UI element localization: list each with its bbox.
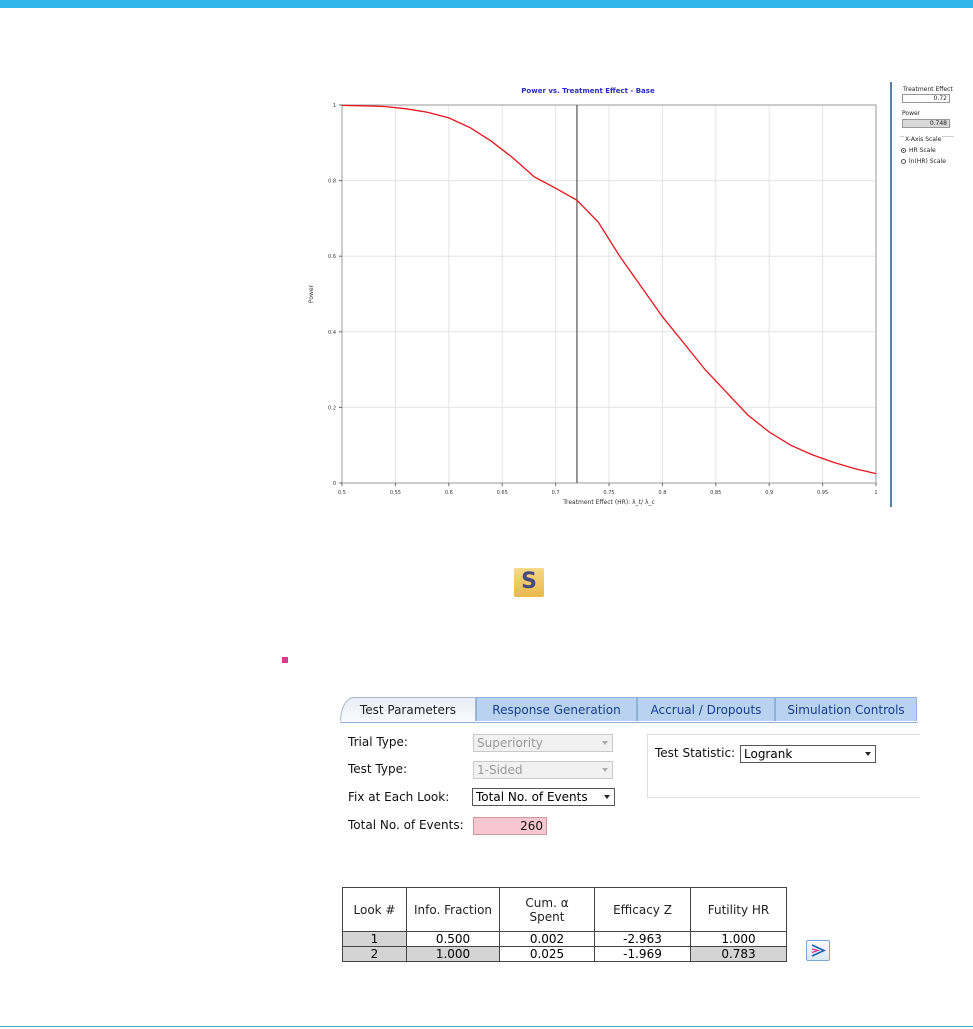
treatment-effect-label: Treatment Effect — [903, 86, 953, 93]
lnhr-scale-radio[interactable]: ln(HR) Scale — [901, 158, 946, 165]
trial-type-label: Trial Type: — [348, 735, 408, 749]
table-cell: 2 — [342, 946, 407, 962]
x-tick-label: 0.85 — [710, 490, 721, 496]
fix-at-each-look-select[interactable]: Total No. of Events — [472, 788, 615, 806]
dropdown-arrow-icon — [604, 795, 610, 799]
table-cell: 1.000 — [406, 946, 500, 962]
radio-unselected-icon — [901, 159, 906, 164]
tab-simulation-controls[interactable]: Simulation Controls — [775, 697, 917, 721]
chart-ticks: 0.5 0.55 0.6 0.65 0.7 0.75 0.8 0.85 0.9 0.95 1 0 0.2… — [328, 103, 878, 496]
table-header-row: Look # Info. Fraction Cum. α Spent Effica… — [342, 887, 787, 932]
tab-label: Test Parameters — [359, 702, 457, 717]
x-tick-label: 0.55 — [390, 490, 401, 496]
lnhr-scale-label: ln(HR) Scale — [909, 158, 946, 165]
hr-scale-radio[interactable]: HR Scale — [901, 147, 936, 154]
table-row: 1 0.500 0.002 -2.963 1.000 — [342, 931, 787, 947]
dropdown-arrow-icon — [865, 752, 871, 756]
hr-scale-label: HR Scale — [909, 147, 936, 154]
column-header: Efficacy Z — [594, 887, 691, 932]
column-header: Cum. α Spent — [499, 887, 595, 932]
column-header-text: Info. Fraction — [413, 902, 493, 917]
s-logo-icon[interactable]: S — [514, 568, 544, 597]
power-label: Power — [902, 110, 921, 117]
top-accent-bar — [0, 0, 973, 8]
x-tick-label: 1 — [874, 490, 877, 496]
dropdown-arrow-icon — [602, 741, 608, 745]
export-chart-glyph — [811, 944, 826, 957]
table-cell: -2.963 — [594, 931, 691, 947]
bullet-marker — [282, 657, 288, 663]
column-header: Info. Fraction — [406, 887, 500, 932]
parameter-tabs: Test Parameters Response Generation Accr… — [340, 697, 920, 723]
y-tick-label: 0 — [333, 481, 336, 487]
power-field: 0.748 — [902, 119, 950, 128]
y-tick-label: 0.8 — [328, 179, 336, 185]
x-tick-label: 0.6 — [445, 490, 453, 496]
column-header: Futility HR — [690, 887, 787, 932]
tab-underline — [340, 722, 918, 723]
table-row: 2 1.000 0.025 -1.969 0.783 — [342, 946, 787, 962]
test-statistic-select[interactable]: Logrank — [740, 745, 876, 763]
table-cell: 0.002 — [499, 931, 595, 947]
chart-title: Power vs. Treatment Effect - Base — [521, 87, 655, 95]
x-tick-label: 0.8 — [658, 490, 666, 496]
test-statistic-box — [647, 734, 920, 798]
tab-response-generation[interactable]: Response Generation — [476, 697, 637, 721]
fix-at-each-look-label: Fix at Each Look: — [348, 790, 450, 804]
column-header-text: Spent — [529, 909, 565, 924]
trial-type-select: Superiority — [473, 734, 613, 752]
y-tick-label: 0.2 — [328, 405, 336, 411]
test-statistic-value: Logrank — [744, 747, 793, 761]
column-header-text: Cum. α — [525, 895, 569, 910]
xaxis-scale-label: X-Axis Scale — [904, 136, 943, 143]
tab-label: Simulation Controls — [787, 702, 905, 717]
total-events-input[interactable]: 260 — [473, 817, 547, 835]
power-chart: Power vs. Treatment Effect - Base 0.5 0.5… — [308, 87, 878, 506]
column-header-text: Efficacy Z — [613, 902, 672, 917]
column-header-text: Look # — [353, 902, 396, 917]
x-tick-label: 0.95 — [817, 490, 828, 496]
export-chart-icon[interactable] — [806, 940, 830, 961]
tab-label: Accrual / Dropouts — [650, 702, 762, 717]
looks-table: Look # Info. Fraction Cum. α Spent Effica… — [342, 887, 787, 962]
column-header-text: Futility HR — [707, 902, 770, 917]
test-statistic-label: Test Statistic: — [655, 746, 736, 760]
table-cell: 0.783 — [690, 946, 787, 962]
y-tick-label: 0.6 — [328, 254, 336, 260]
test-type-label: Test Type: — [348, 762, 408, 776]
table-cell[interactable]: 0.500 — [406, 931, 500, 947]
chart-side-panel: Treatment Effect 0.72 Power 0.748 X-Axis… — [890, 82, 962, 507]
chart-grid — [341, 104, 877, 484]
tab-accrual-dropouts[interactable]: Accrual / Dropouts — [637, 697, 775, 721]
fix-at-each-look-value: Total No. of Events — [476, 790, 588, 804]
radio-selected-icon — [901, 148, 906, 153]
total-events-label: Total No. of Events: — [348, 818, 464, 832]
bottom-divider — [0, 1026, 973, 1027]
y-axis-label: Power — [308, 284, 315, 303]
tab-label: Response Generation — [492, 702, 621, 717]
table-cell[interactable]: 1.000 — [690, 931, 787, 947]
x-tick-label: 0.75 — [603, 490, 614, 496]
test-type-value: 1-Sided — [477, 763, 523, 777]
y-tick-label: 1 — [333, 103, 336, 109]
table-cell: 1 — [342, 931, 407, 947]
dropdown-arrow-icon — [602, 768, 608, 772]
column-header: Look # — [342, 887, 407, 932]
y-tick-label: 0.4 — [328, 330, 336, 336]
table-cell: 0.025 — [499, 946, 595, 962]
x-tick-label: 0.5 — [338, 490, 346, 496]
treatment-effect-field[interactable]: 0.72 — [902, 94, 950, 103]
trial-type-value: Superiority — [477, 736, 543, 750]
x-tick-label: 0.7 — [552, 490, 560, 496]
test-type-select: 1-Sided — [473, 761, 613, 779]
x-tick-label: 0.65 — [497, 490, 508, 496]
x-axis-label: Treatment Effect (HR): λ_t/ λ_c — [562, 499, 655, 506]
s-logo-letter: S — [521, 569, 537, 594]
x-tick-label: 0.9 — [765, 490, 773, 496]
table-cell: -1.969 — [594, 946, 691, 962]
tab-test-parameters[interactable]: Test Parameters — [340, 697, 476, 721]
